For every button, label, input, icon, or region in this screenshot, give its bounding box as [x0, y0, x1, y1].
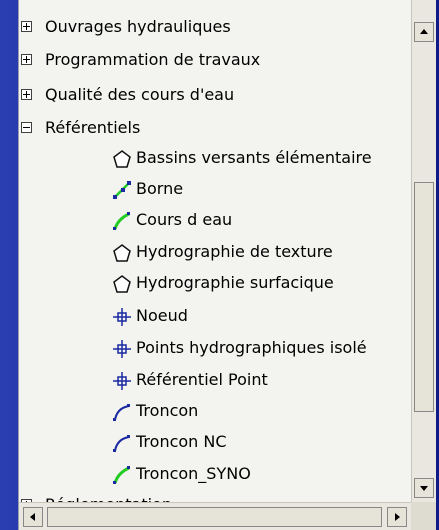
tree-viewport: Ouvrages hydrauliques Programmation de t… [19, 0, 411, 502]
polygon-icon [113, 244, 131, 262]
scroll-up-button[interactable] [414, 22, 434, 42]
layer-item-label: Troncon NC [136, 432, 227, 451]
tree-group-label: Référentiels [45, 118, 141, 137]
polygon-icon [113, 150, 131, 168]
collapse-minus-icon[interactable] [21, 122, 32, 133]
layer-item-label: Noeud [136, 306, 188, 325]
horizontal-scrollbar[interactable] [19, 502, 411, 530]
tree-group-label: Programmation de travaux [45, 50, 261, 69]
scroll-right-button[interactable] [387, 507, 407, 527]
layer-item-label: Bassins versants élémentaire [136, 148, 372, 167]
line-icon [113, 466, 130, 484]
layer-item-label: Troncon [136, 401, 199, 420]
line-icon [113, 212, 130, 230]
tree-group-label: Ouvrages hydrauliques [45, 17, 231, 36]
scrollbar-corner [411, 502, 436, 530]
layer-item-label: Points hydrographiques isolé [136, 338, 367, 357]
layer-item-label: Borne [136, 179, 184, 198]
expand-plus-icon[interactable] [21, 21, 32, 32]
scroll-left-button[interactable] [23, 507, 43, 527]
point-crosshair-icon [113, 340, 131, 358]
scroll-down-button[interactable] [414, 478, 434, 498]
curve-icon [113, 435, 130, 452]
polygon-icon [113, 275, 131, 293]
curve-icon [113, 404, 130, 421]
arrow-left-icon [30, 513, 35, 521]
tree-group-label: Réglementation [45, 490, 172, 502]
layer-tree-panel: Ouvrages hydrauliques Programmation de t… [18, 0, 436, 530]
arrow-right-icon [395, 513, 400, 521]
arrow-down-icon [420, 486, 428, 491]
layer-item-label: Référentiel Point [136, 370, 268, 389]
tree-group-label: Qualité des cours d'eau [45, 85, 235, 104]
layer-item-label: Cours d eau [136, 210, 233, 229]
expand-plus-icon[interactable] [21, 89, 32, 100]
expand-plus-icon[interactable] [21, 54, 32, 65]
point-crosshair-icon [113, 372, 131, 390]
arrow-up-icon [420, 29, 428, 34]
horizontal-scroll-thumb[interactable] [47, 507, 382, 527]
point-crosshair-icon [113, 308, 131, 326]
layer-item-label: Hydrographie de texture [136, 242, 333, 261]
layer-item-label: Troncon_SYNO [136, 464, 251, 483]
line-points-icon [113, 181, 131, 199]
layer-item-label: Hydrographie surfacique [136, 273, 334, 292]
vertical-scrollbar[interactable] [411, 0, 436, 502]
vertical-scroll-thumb[interactable] [414, 182, 434, 412]
